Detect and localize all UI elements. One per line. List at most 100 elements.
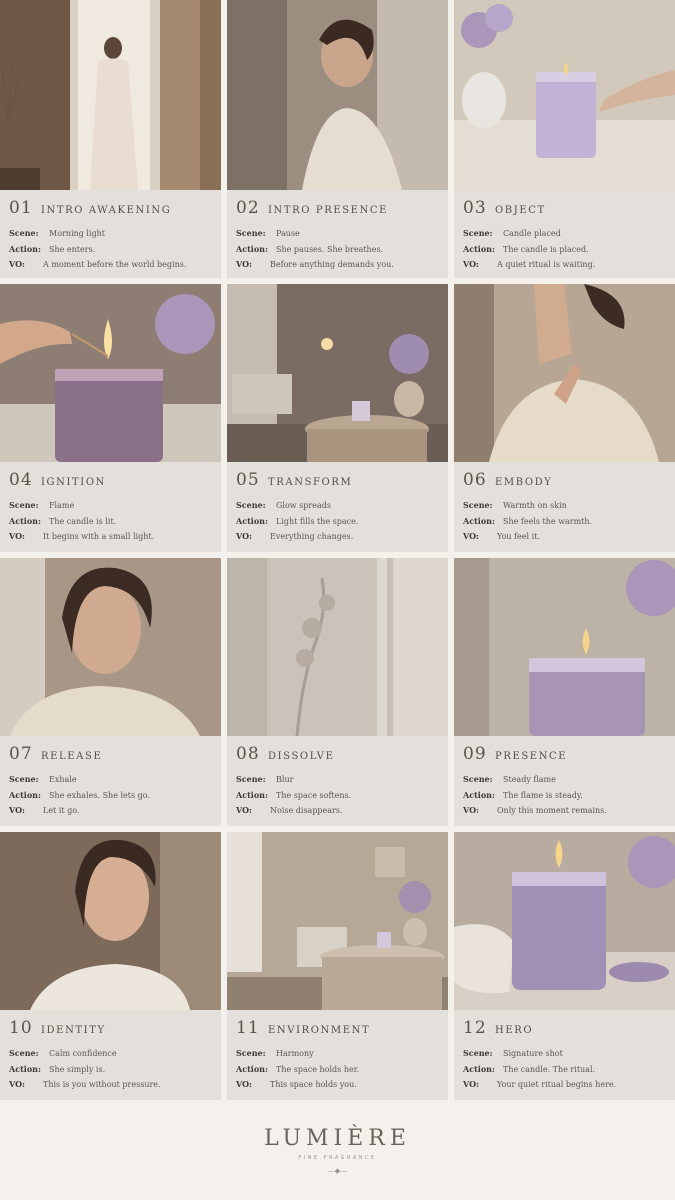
- scene-value: Morning light: [49, 229, 105, 238]
- storyboard-panel: 01 INTRO AWAKENING Scene: Morning light Ac…: [0, 0, 221, 278]
- panel-image-soft-shadows: [227, 558, 448, 736]
- storyboard-panel: 12 HERO Scene: Signature shot Action: The c…: [454, 832, 675, 1100]
- vo-value: Only this moment remains.: [497, 806, 607, 815]
- storyboard-panel: 02 INTRO PRESENCE Scene: Pause Action: She …: [227, 0, 448, 278]
- storyboard-panel: 08 DISSOLVE Scene: Blur Action: The space s…: [227, 558, 448, 826]
- brand-logo: LUMIÈRE: [264, 1126, 411, 1151]
- panel-image-woman-neck: [454, 284, 675, 462]
- panel-title: INTRO AWAKENING: [41, 205, 172, 216]
- panel-number: 01: [9, 198, 33, 218]
- vo-label: VO:: [463, 805, 479, 815]
- storyboard-panel: 10 IDENTITY Scene: Calm confidence Action:…: [0, 832, 221, 1100]
- panel-image-woman-exhale: [0, 558, 221, 736]
- vo-label: VO:: [236, 805, 252, 815]
- vo-label: VO:: [9, 259, 25, 269]
- action-value: The space softens.: [276, 790, 352, 800]
- storyboard-panel: 06 EMBODY Scene: Warmth on skin Action: She…: [454, 284, 675, 552]
- vo-value: Let it go.: [43, 806, 80, 815]
- scene-label: Scene:: [9, 774, 39, 784]
- scene-value: Steady flame: [503, 775, 556, 784]
- panel-number: 12: [463, 1018, 487, 1038]
- scene-label: Scene:: [9, 500, 39, 510]
- ornament-icon: —◆—: [327, 1167, 348, 1175]
- action-value: Light fills the space.: [276, 516, 359, 526]
- vo-value: Your quiet ritual begins here.: [497, 1080, 617, 1089]
- scene-value: Glow spreads: [276, 501, 331, 510]
- panel-title: DISSOLVE: [268, 751, 335, 762]
- storyboard-panel: 11 ENVIRONMENT Scene: Harmony Action: The s…: [227, 832, 448, 1100]
- panel-title: HERO: [495, 1025, 534, 1036]
- scene-value: Flame: [49, 501, 75, 510]
- panel-image-candle-lit: [0, 284, 221, 462]
- action-value: She pauses. She breathes.: [276, 244, 384, 254]
- action-label: Action:: [463, 789, 495, 800]
- action-value: The candle. The ritual.: [503, 1064, 596, 1074]
- panel-title: ENVIRONMENT: [268, 1025, 371, 1036]
- action-value: She feels the warmth.: [503, 516, 593, 526]
- panel-image-woman-window: [0, 0, 221, 190]
- panel-title: IDENTITY: [41, 1025, 106, 1036]
- action-label: Action:: [9, 1063, 41, 1074]
- vo-label: VO:: [463, 531, 479, 541]
- vo-label: VO:: [463, 1079, 479, 1089]
- scene-value: Warmth on skin: [503, 501, 567, 510]
- vo-label: VO:: [236, 1079, 252, 1089]
- action-label: Action:: [463, 1063, 495, 1074]
- storyboard-panel: 03 OBJECT Scene: Candle placed Action: The …: [454, 0, 675, 278]
- vo-label: VO:: [9, 805, 25, 815]
- vo-value: Noise disappears.: [270, 806, 343, 815]
- action-label: Action:: [463, 515, 495, 526]
- action-label: Action:: [236, 789, 268, 800]
- panel-image-candle-placed: [454, 0, 675, 190]
- storyboard-panel: 05 TRANSFORM Scene: Glow spreads Action: Li…: [227, 284, 448, 552]
- vo-value: This is you without pressure.: [43, 1080, 161, 1089]
- panel-number: 02: [236, 198, 260, 218]
- storyboard-panel: 04 IGNITION Scene: Flame Action: The candle…: [0, 284, 221, 552]
- scene-value: Pause: [276, 229, 300, 238]
- panel-number: 08: [236, 744, 260, 764]
- action-value: The flame is steady.: [503, 790, 583, 800]
- action-label: Action:: [9, 515, 41, 526]
- vo-value: Everything changes.: [270, 532, 354, 541]
- panel-number: 05: [236, 470, 260, 490]
- panel-title: RELEASE: [41, 751, 103, 762]
- scene-label: Scene:: [236, 500, 266, 510]
- panel-number: 06: [463, 470, 487, 490]
- panel-image-steady-flame: [454, 558, 675, 736]
- storyboard-grid: 01 INTRO AWAKENING Scene: Morning light Ac…: [0, 0, 675, 1100]
- panel-number: 07: [9, 744, 33, 764]
- action-label: Action:: [9, 243, 41, 254]
- scene-label: Scene:: [9, 228, 39, 238]
- vo-label: VO:: [463, 259, 479, 269]
- vo-value: This space holds you.: [270, 1080, 357, 1089]
- scene-value: Blur: [276, 775, 294, 784]
- panel-title: TRANSFORM: [268, 477, 353, 488]
- scene-label: Scene:: [463, 228, 493, 238]
- scene-label: Scene:: [236, 774, 266, 784]
- vo-label: VO:: [9, 531, 25, 541]
- action-value: The space holds her.: [276, 1064, 360, 1074]
- scene-label: Scene:: [463, 500, 493, 510]
- scene-label: Scene:: [463, 774, 493, 784]
- vo-label: VO:: [236, 531, 252, 541]
- action-value: The candle is lit.: [49, 516, 117, 526]
- action-value: She enters.: [49, 244, 96, 254]
- panel-title: IGNITION: [41, 477, 107, 488]
- action-value: She exhales. She lets go.: [49, 790, 150, 800]
- vo-label: VO:: [236, 259, 252, 269]
- panel-title: INTRO PRESENCE: [268, 205, 389, 216]
- action-value: She simply is.: [49, 1064, 106, 1074]
- scene-label: Scene:: [463, 1048, 493, 1058]
- panel-image-woman-eyes-closed: [227, 0, 448, 190]
- vo-label: VO:: [9, 1079, 25, 1089]
- panel-number: 09: [463, 744, 487, 764]
- scene-label: Scene:: [9, 1048, 39, 1058]
- scene-value: Signature shot: [503, 1049, 563, 1058]
- vo-value: It begins with a small light.: [43, 532, 155, 541]
- action-label: Action:: [236, 515, 268, 526]
- panel-number: 11: [236, 1018, 260, 1038]
- scene-value: Exhale: [49, 775, 77, 784]
- panel-image-hero-candle: [454, 832, 675, 1010]
- panel-title: EMBODY: [495, 477, 553, 488]
- panel-number: 10: [9, 1018, 33, 1038]
